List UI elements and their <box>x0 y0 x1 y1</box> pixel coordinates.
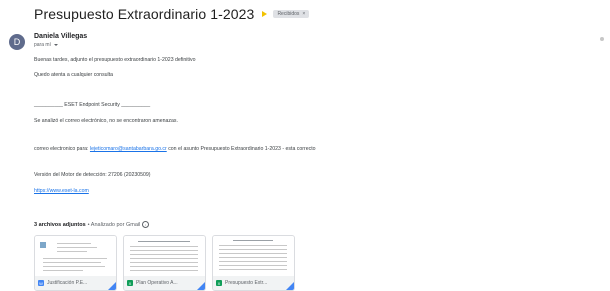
more-options-icon[interactable] <box>600 37 604 41</box>
word-file-icon: W <box>38 280 44 286</box>
attachment-card[interactable]: X Plan Operativo A... <box>123 235 206 291</box>
email-subject: Presupuesto Extraordinario 1-2023 <box>34 6 255 22</box>
excel-file-icon: X <box>216 280 222 286</box>
page-corner-icon <box>197 282 205 290</box>
scan-status: • Analizado por Gmail <box>87 221 141 228</box>
attachments-count: 3 archivos adjuntos <box>34 221 86 228</box>
attachment-card[interactable]: X Presupuesto Extr... <box>212 235 295 291</box>
email-subject-row: Presupuesto Extraordinario 1-2023 Recibi… <box>34 6 310 22</box>
engine-version: Versión del Motor de detección: 27206 (2… <box>34 172 151 178</box>
body-greeting: Buenas tardes, adjunto el presupuesto ex… <box>34 57 196 63</box>
sender-name[interactable]: Daniela Villegas <box>34 33 87 40</box>
document-logo-icon <box>40 242 46 248</box>
eset-link[interactable]: https://www.eset-la.com <box>34 188 89 194</box>
page-corner-icon <box>108 282 116 290</box>
attachments-header: 3 archivos adjuntos • Analizado por Gmai… <box>34 221 150 228</box>
label-chip-text: Recibidos <box>277 11 300 17</box>
body-closing: Quedo atenta a cualquier consulta <box>34 72 114 78</box>
attachment-name: Justificación P.E... <box>47 280 88 286</box>
attachment-footer: W Justificación P.E... <box>35 276 116 290</box>
email-link[interactable]: lejeticomaro@santabarbara.go.cr <box>90 146 167 152</box>
attachments-list: W Justificación P.E... X Plan Operativo … <box>34 235 295 291</box>
attachment-card[interactable]: W Justificación P.E... <box>34 235 117 291</box>
label-chip[interactable]: Recibidos × <box>273 10 310 18</box>
attachment-preview <box>213 236 294 276</box>
attachment-footer: X Presupuesto Extr... <box>213 276 294 290</box>
email-prefix: correo electronico para: <box>34 146 89 152</box>
attachment-name: Presupuesto Extr... <box>225 280 268 286</box>
email-suffix: con el asunto Presupuesto Extraordinario… <box>168 146 316 152</box>
page-corner-icon <box>286 282 294 290</box>
chevron-down-icon[interactable] <box>53 44 58 46</box>
scan-result: Se analizó el correo electrónico, no se … <box>34 118 178 124</box>
eset-banner: __________ ESET Endpoint Security ______… <box>34 102 151 108</box>
recipient-details[interactable]: para mí <box>34 42 58 48</box>
attachment-footer: X Plan Operativo A... <box>124 276 205 290</box>
excel-file-icon: X <box>127 280 133 286</box>
email-recipient-line: correo electronico para: lejeticomaro@sa… <box>34 146 316 152</box>
recipient-label: para mí <box>34 42 51 48</box>
remove-label-icon[interactable]: × <box>302 11 305 17</box>
attachment-preview <box>124 236 205 276</box>
attachment-name: Plan Operativo A... <box>136 280 178 286</box>
attachment-preview <box>35 236 116 276</box>
important-marker-icon[interactable] <box>262 11 268 17</box>
info-icon[interactable]: i <box>142 221 150 228</box>
sender-avatar[interactable]: D <box>9 34 25 50</box>
